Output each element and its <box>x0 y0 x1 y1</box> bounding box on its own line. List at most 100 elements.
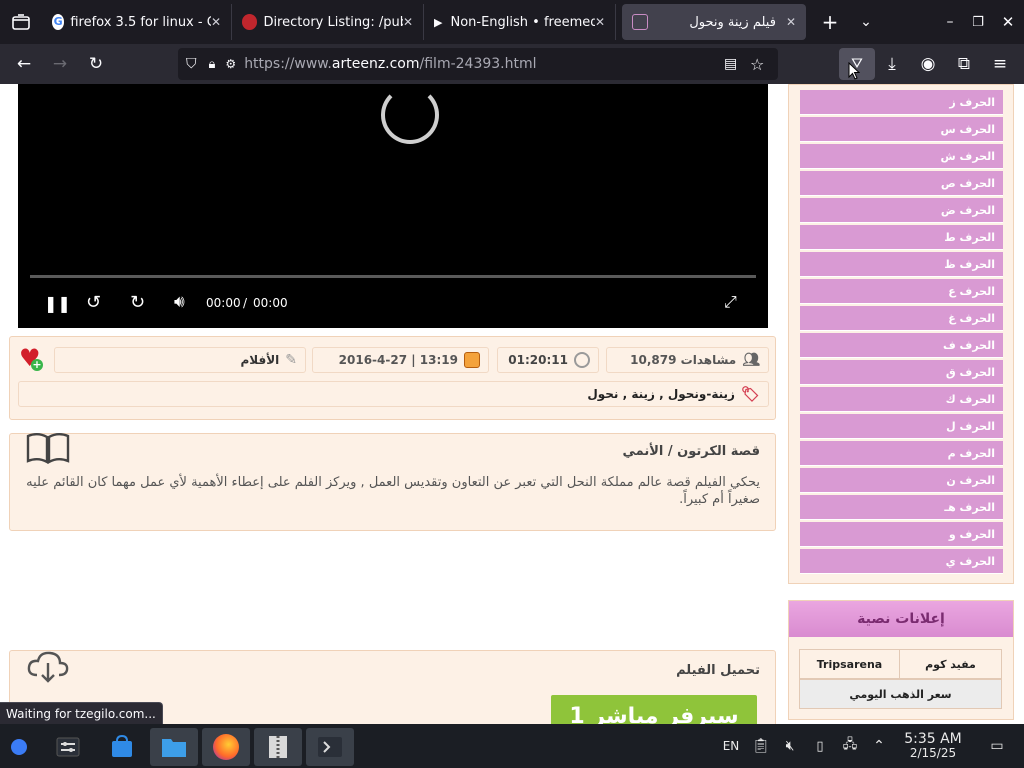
forward-10-icon[interactable]: ↻ <box>130 292 145 313</box>
play-icon: ▶ <box>434 15 443 29</box>
tab-freemedia[interactable]: ▶ Non-English • freemedia ✕ <box>424 4 616 40</box>
tab-active-film[interactable]: فيلم زينة ونحول ✕ <box>622 4 806 40</box>
letter-link[interactable]: الحرف ف <box>800 333 1003 358</box>
reader-view-icon[interactable]: ▤ <box>724 56 737 72</box>
letter-link[interactable]: الحرف ل <box>800 414 1003 439</box>
video-player[interactable]: ❚❚ ↺ ↻ 🔊︎ 00:00 / 00:00 ⤢ <box>18 84 768 328</box>
file-manager-icon[interactable] <box>150 728 198 766</box>
letter-link[interactable]: الحرف س <box>800 117 1003 142</box>
tab-google[interactable]: G firefox 3.5 for linux - Google ✕ <box>42 4 232 40</box>
new-tab-icon[interactable]: + <box>812 6 848 38</box>
close-icon[interactable]: ✕ <box>211 15 221 29</box>
letter-link[interactable]: الحرف و <box>800 522 1003 547</box>
ad-link-tripsarena[interactable]: Tripsarena <box>799 649 900 679</box>
tab-title: Non-English • freemedia <box>450 14 595 30</box>
mouse-cursor-icon <box>848 62 860 80</box>
letter-link[interactable]: الحرف ق <box>800 360 1003 385</box>
reload-icon[interactable]: ↻ <box>78 48 114 80</box>
keyboard-language[interactable]: EN <box>718 724 744 768</box>
settings-sliders-icon[interactable] <box>44 728 92 766</box>
ad-link-mufeed[interactable]: مفيد كوم <box>899 649 1002 679</box>
tab-list-chevron-icon[interactable]: ⌄ <box>848 6 884 38</box>
volume-icon[interactable]: 🔊︎ <box>174 292 185 312</box>
letter-link[interactable]: الحرف ص <box>800 171 1003 196</box>
tab-strip: G firefox 3.5 for linux - Google ✕ Direc… <box>0 0 1024 44</box>
terminal-icon[interactable] <box>306 728 354 766</box>
tab-title: firefox 3.5 for linux - Google <box>70 14 211 30</box>
url-text[interactable]: https://www.arteenz.com/film-24393.html <box>244 56 536 72</box>
letter-link[interactable]: الحرف ي <box>800 549 1003 574</box>
views-value: 10,879 مشاهدات <box>630 353 737 367</box>
clock-time: 5:35 AM <box>904 731 962 747</box>
url-scheme: https://www. <box>244 56 332 72</box>
loading-spinner-icon <box>381 86 439 144</box>
letters-sidebar: الحرف ز الحرف س الحرف ش الحرف ص الحرف ض الحرف… <box>788 84 1014 584</box>
menu-icon[interactable]: ≡ <box>982 48 1018 80</box>
back-icon[interactable]: ← <box>6 48 42 80</box>
clipboard-icon[interactable]: 📋︎ <box>750 724 772 768</box>
ad-link-gold-price[interactable]: سعر الذهب اليومي <box>799 679 1002 709</box>
tracking-shield-icon[interactable]: ⛉ <box>186 56 197 72</box>
close-icon[interactable]: ✕ <box>786 15 796 29</box>
network-icon[interactable]: 🖧︎ <box>838 724 862 768</box>
permissions-icon[interactable]: ⚙ <box>225 57 236 71</box>
address-bar[interactable]: ⛉ 🔒︎ ⚙ https://www.arteenz.com/film-2439… <box>178 48 778 80</box>
letter-link[interactable]: الحرف غ <box>800 306 1003 331</box>
video-progress-bar[interactable] <box>30 275 756 278</box>
url-host: arteenz.com <box>331 56 420 72</box>
tray-expand-icon[interactable]: ⌃ <box>868 724 890 768</box>
letter-link[interactable]: الحرف ض <box>800 198 1003 223</box>
total-time: 00:00 <box>253 296 288 310</box>
letter-link[interactable]: الحرف هـ <box>800 495 1003 520</box>
url-path: /film-24393.html <box>419 56 537 72</box>
calendar-icon <box>464 352 480 368</box>
book-icon <box>25 432 71 465</box>
current-time: 00:00 <box>206 296 241 310</box>
close-icon[interactable]: ✕ <box>595 15 605 29</box>
category-label: الأفلام <box>240 353 280 367</box>
letter-link[interactable]: الحرف ش <box>800 144 1003 169</box>
extensions-icon[interactable]: ⧉ <box>946 48 982 80</box>
letter-link[interactable]: الحرف ك <box>800 387 1003 412</box>
cloud-download-icon <box>26 649 70 687</box>
bookmark-star-icon[interactable]: ☆ <box>750 55 764 74</box>
tags-field: زينة-ونحول , زينة , نحول 🏷︎ <box>18 381 769 407</box>
store-bag-icon[interactable] <box>98 728 146 766</box>
firefox-taskbar-icon[interactable] <box>202 728 250 766</box>
ads-title: إعلانات نصية <box>789 601 1013 637</box>
window-close-icon[interactable]: ✕ <box>990 6 1024 38</box>
tab-directory-listing[interactable]: Directory Listing: /pub ✕ <box>232 4 424 40</box>
start-menu-icon[interactable] <box>0 728 38 766</box>
site-icon <box>632 14 648 30</box>
date-field: 2016-4-27 | 13:19 <box>312 347 489 373</box>
download-title: تحميل الفيلم <box>676 663 760 678</box>
archive-manager-icon[interactable] <box>254 728 302 766</box>
letter-link[interactable]: الحرف ظ <box>800 252 1003 277</box>
rewind-10-icon[interactable]: ↺ <box>86 292 101 313</box>
time-separator: / <box>243 296 248 310</box>
duration-value: 01:20:11 <box>508 353 568 367</box>
forward-icon[interactable]: → <box>42 48 78 80</box>
pause-icon[interactable]: ❚❚ <box>44 294 71 313</box>
downloads-icon[interactable]: ⤓ <box>874 48 910 80</box>
navigation-toolbar: ← → ↻ ⛉ 🔒︎ ⚙ https://www.arteenz.com/fil… <box>0 44 1024 84</box>
web-page: ❚❚ ↺ ↻ 🔊︎ 00:00 / 00:00 ⤢ ♥ + الأفلام ✎ … <box>0 84 1024 724</box>
letter-link[interactable]: الحرف ط <box>800 225 1003 250</box>
close-icon[interactable]: ✕ <box>403 15 413 29</box>
story-panel: قصة الكرتون / الأنمي يحكي الفيلم قصة عال… <box>9 433 776 531</box>
lock-icon[interactable]: 🔒︎ <box>209 57 216 72</box>
battery-icon[interactable]: ▯ <box>810 724 830 768</box>
direct-server-button[interactable]: سيرفر مباشر 1 <box>551 695 757 724</box>
firefox-view-icon[interactable] <box>0 6 42 38</box>
taskbar: EN 📋︎ 🔇︎ ▯ 🖧︎ ⌃ 5:35 AM 2/15/25 ▭ <box>0 724 1024 768</box>
clock[interactable]: 5:35 AM 2/15/25 <box>896 724 970 768</box>
add-plus-icon[interactable]: + <box>31 359 43 371</box>
letter-link[interactable]: الحرف ن <box>800 468 1003 493</box>
volume-muted-icon[interactable]: 🔇︎ <box>778 724 802 768</box>
show-desktop-icon[interactable]: ▭ <box>984 724 1010 768</box>
fullscreen-icon[interactable]: ⤢ <box>724 292 737 312</box>
account-icon[interactable]: ◉ <box>910 48 946 80</box>
letter-link[interactable]: الحرف ز <box>800 90 1003 115</box>
letter-link[interactable]: الحرف ع <box>800 279 1003 304</box>
letter-link[interactable]: الحرف م <box>800 441 1003 466</box>
